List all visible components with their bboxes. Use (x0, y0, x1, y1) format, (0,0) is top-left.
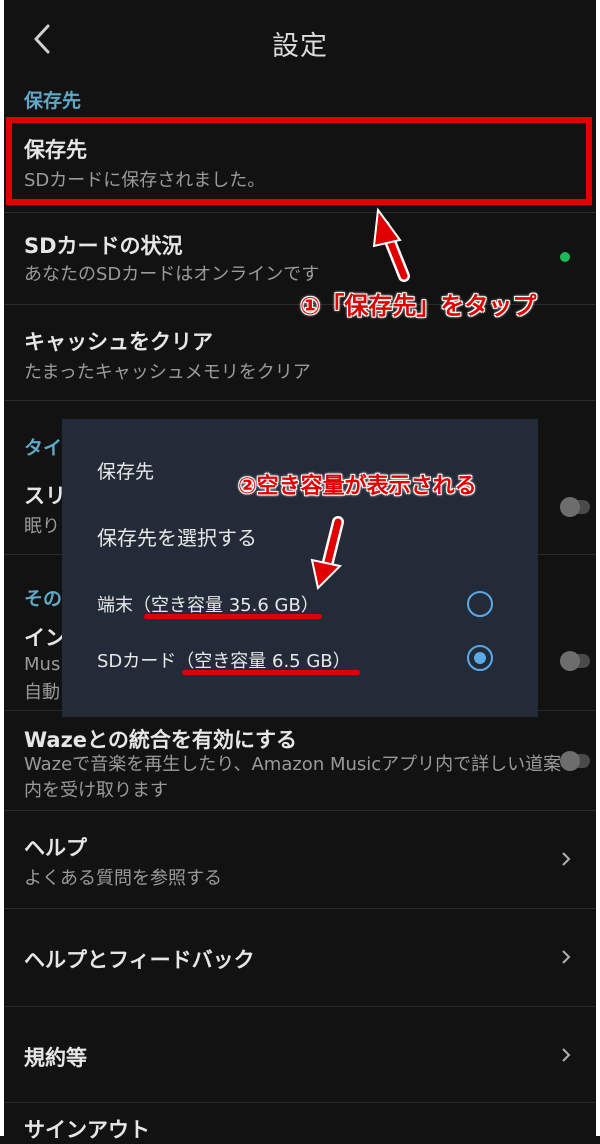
settings-screen: 設定 保存先 保存先 SDカードに保存されました。 SDカードの状況 あなたのS… (0, 0, 600, 1142)
annotation-arrows (310, 207, 410, 591)
annotation-step1: ①「保存先」をタップ (300, 292, 537, 320)
right-border (596, 0, 600, 1136)
annotation-step2: ②空き容量が表示される (238, 474, 477, 499)
arrow-down-icon (310, 516, 344, 591)
left-border (0, 0, 4, 1136)
arrow-up-icon (372, 207, 410, 282)
